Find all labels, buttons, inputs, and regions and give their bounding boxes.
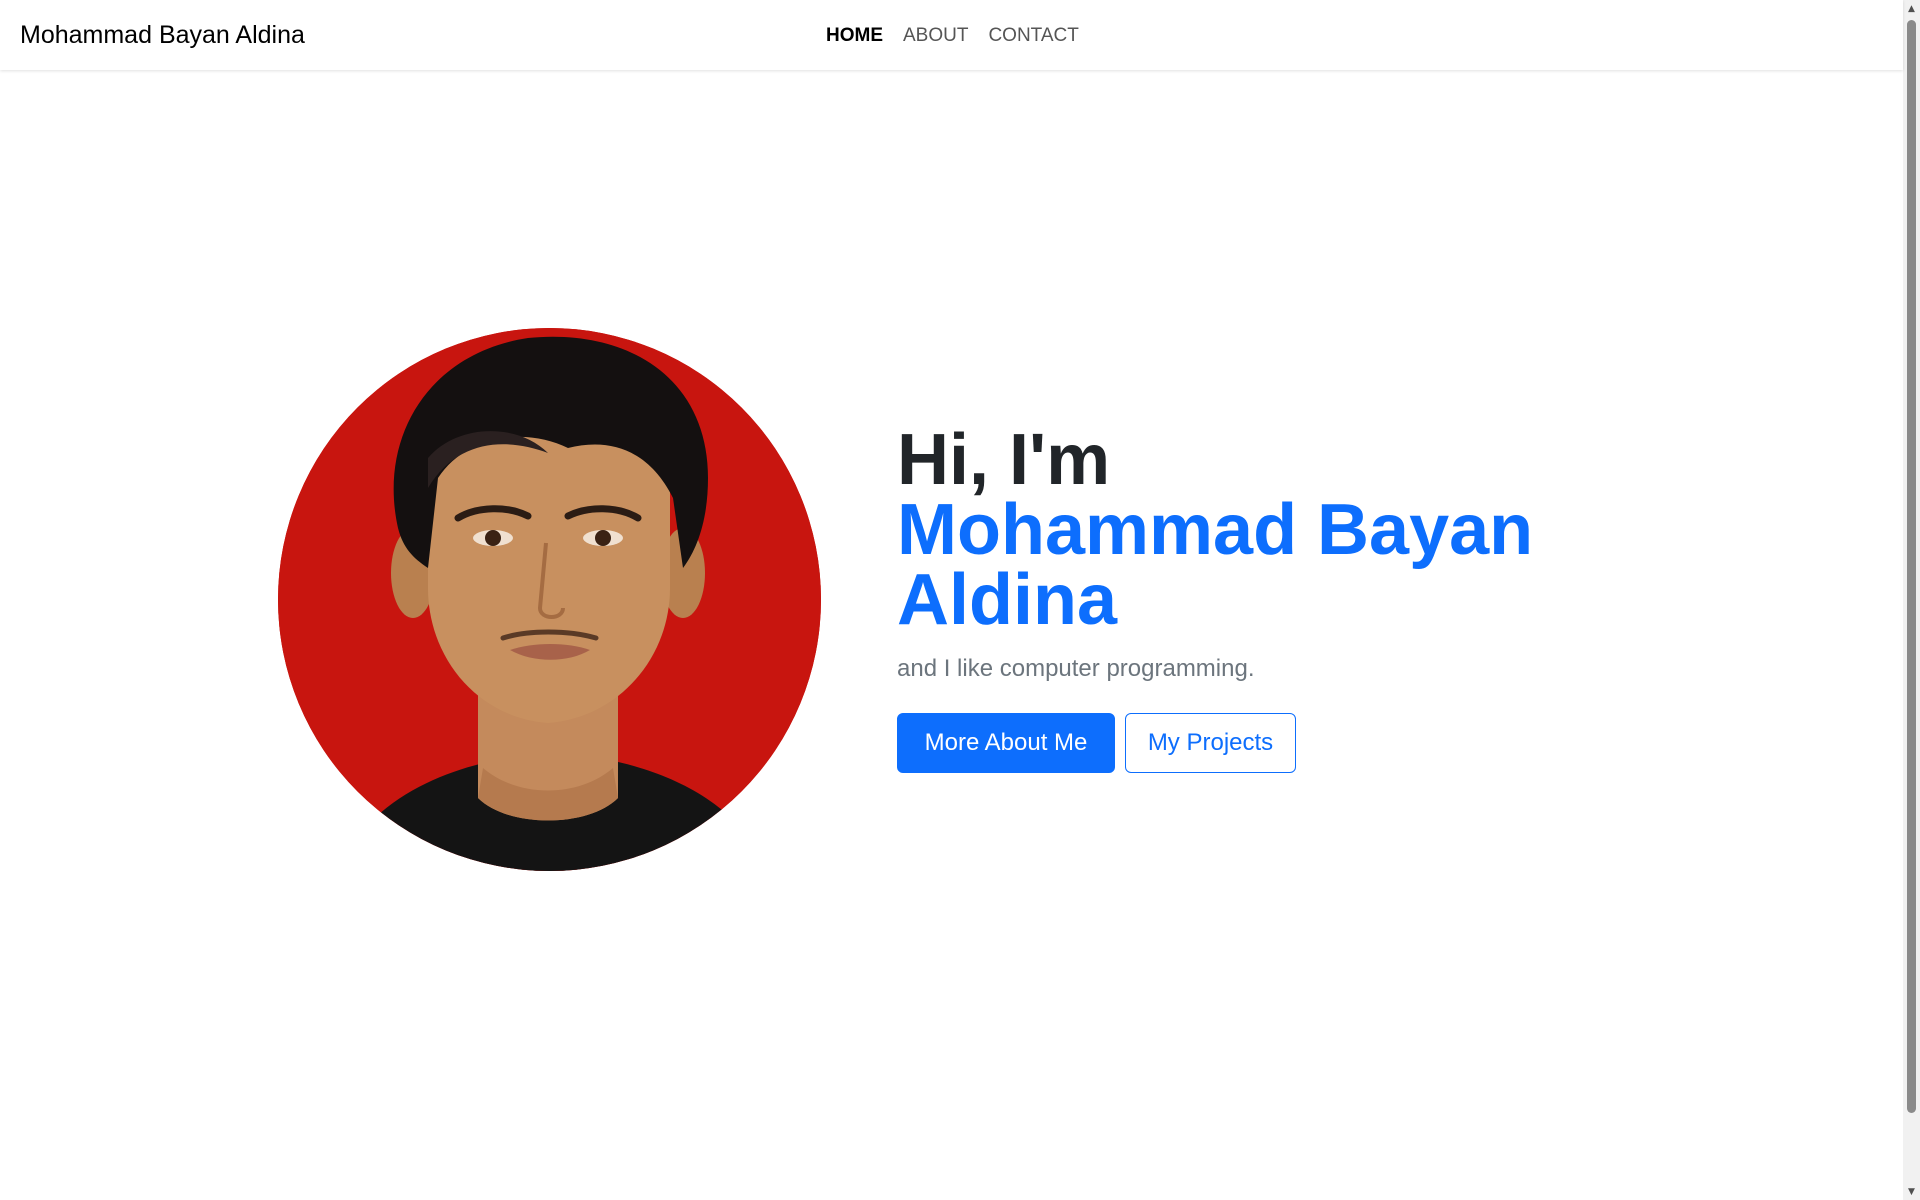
- triangle-up-icon[interactable]: ▲: [1903, 0, 1920, 17]
- page: Mohammad Bayan Aldina HOME ABOUT CONTACT: [0, 0, 1920, 1200]
- nav-link-about[interactable]: ABOUT: [903, 23, 968, 49]
- hero-text: Hi, I'm Mohammad Bayan Aldina and I like…: [897, 420, 1617, 773]
- navbar-brand[interactable]: Mohammad Bayan Aldina: [20, 20, 305, 50]
- nav-link-home[interactable]: HOME: [826, 23, 883, 49]
- hero-greeting: Hi, I'm: [897, 420, 1111, 500]
- hero-name-line-1: Mohammad Bayan: [897, 490, 1534, 570]
- triangle-down-icon[interactable]: ▼: [1903, 1183, 1920, 1200]
- navbar: Mohammad Bayan Aldina HOME ABOUT CONTACT: [0, 0, 1903, 70]
- my-projects-button[interactable]: My Projects: [1125, 713, 1296, 773]
- more-about-me-button[interactable]: More About Me: [897, 713, 1115, 773]
- portrait-image: [278, 328, 821, 871]
- vertical-scrollbar[interactable]: ▲ ▼: [1903, 0, 1920, 1200]
- nav-links: HOME ABOUT CONTACT: [826, 23, 1079, 49]
- profile-photo: [278, 328, 821, 871]
- nav-link-contact[interactable]: CONTACT: [988, 23, 1078, 49]
- scroll-thumb[interactable]: [1907, 20, 1916, 1113]
- hero-name-line-2: Aldina: [897, 560, 1118, 640]
- hero-buttons: More About Me My Projects: [897, 713, 1617, 773]
- hero-tagline: and I like computer programming.: [897, 655, 1255, 682]
